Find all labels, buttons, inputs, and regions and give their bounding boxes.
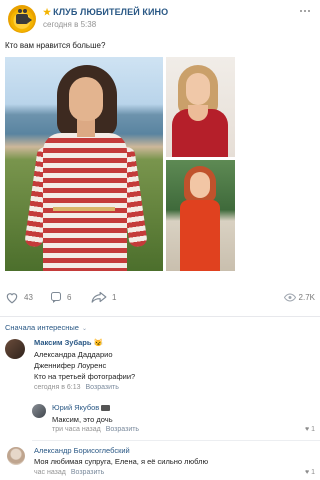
comment-author-name[interactable]: Максим Зубарь <box>34 338 91 347</box>
comment-button[interactable]: 6 <box>50 289 71 305</box>
reply-link[interactable]: Возразить <box>106 426 139 433</box>
group-avatar[interactable] <box>8 5 36 33</box>
share-button[interactable]: 1 <box>91 289 116 305</box>
comment-author-name[interactable]: Юрий Якубов <box>52 403 99 412</box>
comment-meta: сегодня в 6:13 Возразить <box>34 384 119 391</box>
heart-icon: ♥ <box>304 426 310 433</box>
avatar[interactable] <box>7 447 25 465</box>
comment-icon <box>51 292 61 303</box>
comment-line: Александра Даддарио <box>34 350 113 359</box>
sort-label: Сначала интересные <box>5 323 79 332</box>
comment-line: Кто на третьей фотографии? <box>34 372 136 381</box>
star-icon: ★ <box>43 7 52 17</box>
like-count: 43 <box>24 292 33 302</box>
car-icon <box>101 405 111 412</box>
sort-comments-dropdown[interactable]: Сначала интересные ⌄ <box>5 323 87 332</box>
cat-emoji-icon: 😼 <box>93 338 103 347</box>
divider <box>0 316 320 317</box>
comment-like-count: 1 <box>311 469 315 476</box>
post-header: ★ КЛУБ ЛЮБИТЕЛЕЙ КИНО сегодня в 5:38 <box>8 5 312 35</box>
comment-text: Александра Даддарио Дженнифер Лоуренс Кт… <box>34 349 135 382</box>
divider <box>32 440 320 441</box>
share-count: 1 <box>112 292 117 302</box>
comment-time: час назад <box>34 469 66 476</box>
comment-meta: час назад Возразить <box>34 469 104 476</box>
avatar[interactable] <box>32 404 46 418</box>
heart-icon <box>6 292 18 303</box>
comment-time: три часа назад <box>52 426 101 433</box>
comment-like-count: 1 <box>311 426 315 433</box>
comment-text: Максим, это дочь <box>52 415 113 424</box>
reply-link[interactable]: Возразить <box>86 384 119 391</box>
photo-bottom-right[interactable] <box>166 160 235 271</box>
group-name[interactable]: ★ КЛУБ ЛЮБИТЕЛЕЙ КИНО <box>43 7 168 18</box>
comment-like-button[interactable]: ♥ 1 <box>305 469 315 476</box>
chevron-down-icon: ⌄ <box>81 326 87 332</box>
comment: Александр Борисоглебский Моя любимая суп… <box>5 443 315 480</box>
comment-author[interactable]: Максим Зубарь 😼 <box>34 338 103 347</box>
comment-count: 6 <box>67 292 72 302</box>
comment-text: Моя любимая супруга, Елена, я её сильно … <box>34 457 209 466</box>
avatar[interactable] <box>5 339 25 359</box>
like-button[interactable]: 43 <box>5 289 33 305</box>
comment-line: Дженнифер Лоуренс <box>34 361 107 370</box>
comment-like-button[interactable]: ♥ 1 <box>305 426 315 433</box>
more-menu-icon[interactable] <box>298 5 312 17</box>
comment-meta: три часа назад Возразить <box>52 426 139 433</box>
comment-author[interactable]: Юрий Якубов <box>52 403 111 412</box>
share-icon <box>91 291 107 303</box>
comment: Максим Зубарь 😼 Александра Даддарио Дженн… <box>5 337 315 397</box>
eye-icon <box>283 292 296 302</box>
comment-author[interactable]: Александр Борисоглебский <box>34 446 130 455</box>
photo-top-right[interactable] <box>166 57 235 157</box>
comment-reply: Юрий Якубов Максим, это дочь три часа на… <box>32 403 315 435</box>
post-actions: 43 6 1 2.7K <box>5 289 315 305</box>
camera-icon <box>16 9 32 24</box>
reply-link[interactable]: Возразить <box>71 469 104 476</box>
views-counter: 2.7K <box>283 289 315 305</box>
comment-time: сегодня в 6:13 <box>34 384 81 391</box>
post-time: сегодня в 5:38 <box>43 20 97 29</box>
views-count: 2.7K <box>298 292 315 302</box>
photo-main[interactable] <box>5 57 163 271</box>
heart-icon: ♥ <box>304 469 310 476</box>
group-name-text[interactable]: КЛУБ ЛЮБИТЕЛЕЙ КИНО <box>53 7 168 17</box>
post-text: Кто вам нравится больше? <box>5 41 106 50</box>
